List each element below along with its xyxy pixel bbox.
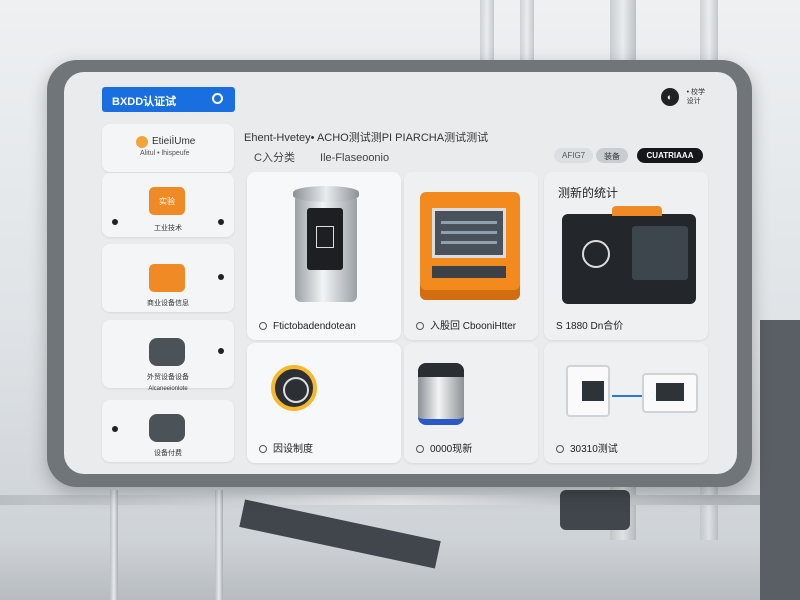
sidebar-item-4[interactable]: Alcaneeionlote 设备付费 bbox=[102, 386, 234, 462]
dot-icon bbox=[218, 219, 224, 225]
gear-box-icon bbox=[149, 264, 185, 292]
product-card[interactable]: 0000现新 bbox=[404, 343, 538, 463]
gauge-image bbox=[271, 365, 317, 411]
radio-icon[interactable] bbox=[556, 445, 564, 453]
header-right: ◐ • 校学 设计 bbox=[660, 88, 705, 106]
logo-icon: ◐ bbox=[660, 88, 679, 106]
sidebar-item-1[interactable]: 实验 工业技术 bbox=[102, 173, 234, 237]
product-caption: 30310测试 bbox=[570, 444, 618, 455]
lock-icon bbox=[149, 414, 185, 442]
sidebar-item-3[interactable]: 外贸设备设备 bbox=[102, 320, 234, 388]
dot-icon bbox=[112, 426, 118, 432]
module-image bbox=[642, 373, 698, 413]
shield-icon bbox=[149, 338, 185, 366]
radio-icon[interactable] bbox=[416, 322, 424, 330]
cable-image bbox=[612, 395, 644, 397]
filter-chip-2[interactable]: 装备 bbox=[596, 148, 628, 163]
search-button[interactable]: BXDD认证试 bbox=[102, 87, 235, 112]
profile-icon bbox=[136, 136, 148, 148]
dot-icon bbox=[112, 219, 118, 225]
cylinder-image bbox=[418, 363, 464, 425]
filter-chip-1[interactable]: AFIG7 bbox=[554, 148, 594, 163]
sidebar-profile[interactable]: EtieiİUme Alitul • lhispeufe bbox=[102, 124, 234, 172]
product-card[interactable]: 因设制度 bbox=[247, 343, 401, 463]
product-card[interactable]: 测新的统计 S 1880 Dn合价 bbox=[544, 172, 708, 340]
sidebar-item-label: 外贸设备设备 bbox=[147, 374, 189, 381]
radio-icon[interactable] bbox=[259, 322, 267, 330]
sub-nav: C入分类 Ile-Flaseoonio bbox=[254, 149, 389, 165]
dot-icon bbox=[218, 348, 224, 354]
header-right-text: • 校学 设计 bbox=[686, 89, 705, 105]
sidebar-extra-label: Alcaneeionlote bbox=[148, 386, 188, 392]
dot-icon bbox=[218, 274, 224, 280]
search-label: BXDD认证试 bbox=[112, 96, 177, 108]
profile-subtitle: Alitul • lhispeufe bbox=[140, 150, 190, 157]
radio-icon[interactable] bbox=[416, 445, 424, 453]
sub-nav-left[interactable]: C入分类 bbox=[254, 152, 295, 164]
canister-image bbox=[293, 186, 359, 304]
sidebar-item-label: 商业设备信息 bbox=[147, 300, 189, 307]
product-caption: 因设制度 bbox=[273, 444, 313, 455]
product-card[interactable]: 30310测试 bbox=[544, 343, 708, 463]
sub-nav-right[interactable]: Ile-Flaseoonio bbox=[320, 152, 389, 164]
product-card[interactable]: Ftictobadendotean bbox=[247, 172, 401, 340]
action-button[interactable]: CUATRIAAA bbox=[637, 148, 703, 163]
box-icon: 实验 bbox=[149, 187, 185, 215]
sidebar-item-label: 设备付费 bbox=[154, 450, 182, 457]
sidebar-item-2[interactable]: 商业设备信息 bbox=[102, 244, 234, 312]
radio-icon[interactable] bbox=[259, 445, 267, 453]
main-panel: Ehent-Hvetey• ACHO测试测PI PIARCHA测试测试 C入分类… bbox=[244, 124, 710, 464]
icon-text: 实验 bbox=[159, 197, 175, 206]
breadcrumb: Ehent-Hvetey• ACHO测试测PI PIARCHA测试测试 bbox=[244, 132, 489, 144]
product-caption: S 1880 Dn合价 bbox=[556, 321, 624, 332]
orange-meter-image bbox=[420, 192, 520, 300]
product-caption: Ftictobadendotean bbox=[273, 321, 356, 332]
profile-title: EtieiİUme bbox=[152, 136, 196, 147]
search-icon bbox=[212, 93, 223, 104]
sidebar-item-label: 工业技术 bbox=[154, 225, 182, 232]
product-header: 测新的统计 bbox=[558, 186, 619, 200]
product-caption: 0000现新 bbox=[430, 444, 473, 455]
product-card[interactable]: 入股回 CbooniHtter bbox=[404, 172, 538, 340]
control-device-image bbox=[562, 206, 696, 304]
tablet-screen: BXDD认证试 ◐ • 校学 设计 EtieiİUme Alitul • lhi… bbox=[64, 72, 737, 474]
product-caption: 入股回 CbooniHtter bbox=[430, 321, 517, 332]
sensor-image bbox=[566, 365, 610, 417]
